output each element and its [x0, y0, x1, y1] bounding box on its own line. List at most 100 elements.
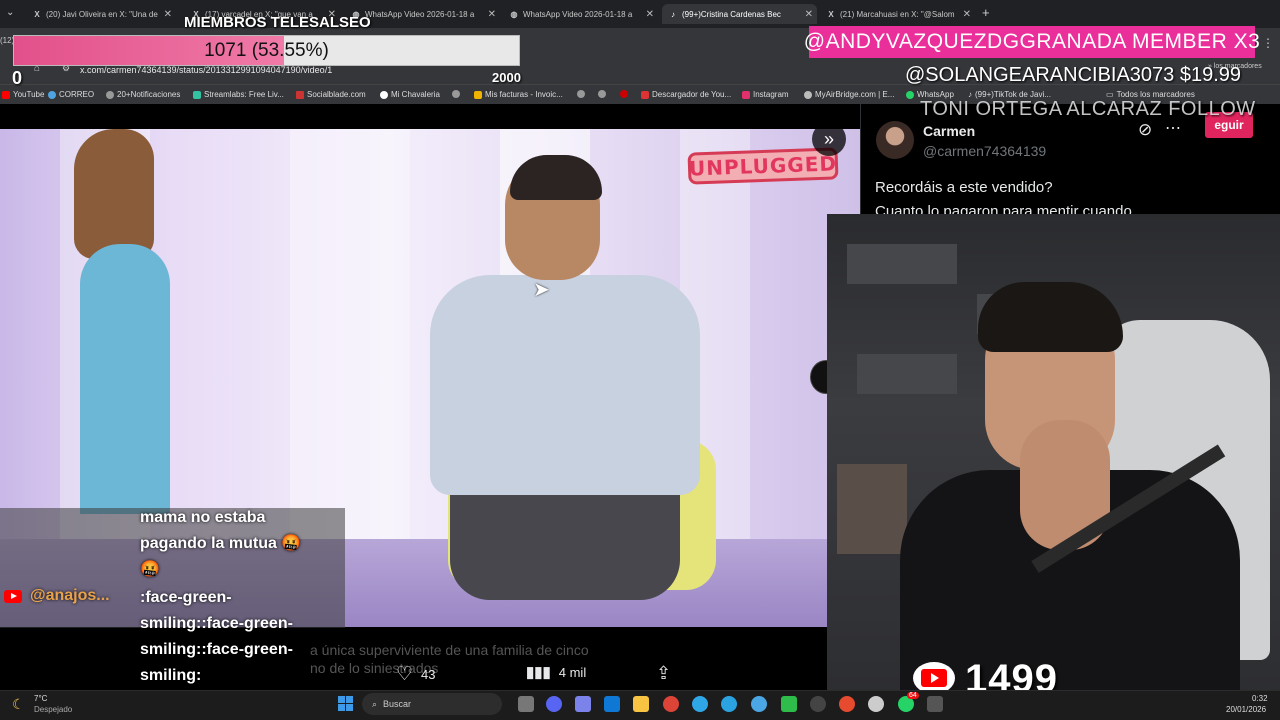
goal-min-label: 0	[12, 68, 23, 88]
file-explorer-icon[interactable]	[633, 696, 649, 712]
taskbar-search[interactable]: ⌕ Buscar	[362, 693, 502, 715]
weather-temperature[interactable]: 7°C	[34, 694, 47, 703]
x-logo-icon: X	[828, 9, 834, 19]
heart-icon: ♡	[396, 664, 414, 685]
chrome-icon[interactable]	[663, 696, 679, 712]
weather-description[interactable]: Despejado	[34, 705, 72, 714]
bookmark-chavaleria[interactable]: Mi Chavaleria	[380, 90, 440, 99]
superchat-alert: @SOLANGEARANCIBIA3073 $19.99	[905, 64, 1242, 86]
outlook-icon[interactable]	[604, 696, 620, 712]
more-options-icon[interactable]: ⋯	[1165, 118, 1181, 138]
discord-icon[interactable]	[546, 696, 562, 712]
whatsapp-icon	[906, 90, 914, 99]
teams-icon[interactable]	[575, 696, 591, 712]
close-tab-icon[interactable]: ✕	[164, 9, 172, 20]
goal-progress-text: 1071 (53.55%)	[204, 39, 329, 61]
browser-tab[interactable]: X (21) Marcahuasi en X: "@Salom ✕	[820, 4, 975, 24]
globe-icon[interactable]	[598, 90, 606, 100]
browser-tab[interactable]: ◍ WhatsApp Video 2026-01-18 a ✕	[503, 4, 658, 24]
chat-message-line: :face-green-	[140, 589, 232, 606]
globe-icon[interactable]	[577, 90, 585, 100]
chat-message-line: mama no estaba	[140, 509, 266, 526]
moon-icon[interactable]: ☾	[12, 696, 25, 713]
member-alert: @ANDYVAZQUEZDGGRANADA MEMBER X3	[804, 26, 1260, 58]
invoice-icon	[474, 90, 482, 99]
chat-message-line: smiling::face-green-	[140, 615, 293, 632]
streamlabs-icon	[193, 90, 201, 99]
goal-max-label: 2000	[492, 70, 521, 85]
windows-start-button[interactable]	[338, 696, 353, 711]
woman-dress	[80, 244, 170, 514]
close-tab-icon[interactable]: ✕	[488, 9, 496, 20]
double-chevron-right-icon[interactable]: »	[812, 122, 846, 156]
chat-message-line: 🤬	[140, 561, 160, 578]
globe-icon[interactable]	[452, 90, 460, 100]
man-figure	[430, 275, 700, 495]
bookmark-facturas[interactable]: Mis facturas - Invoic...	[474, 90, 563, 99]
bookmark-socialblade[interactable]: Socialblade.com	[296, 90, 366, 99]
bookmark-correo[interactable]: CORREO	[48, 90, 94, 99]
notification-badge: 64	[907, 692, 919, 699]
chat-message-line: pagando la mutua 🤬	[140, 535, 302, 552]
mail-icon	[48, 90, 56, 99]
bookmark-notificaciones[interactable]: 20+Notificaciones	[106, 90, 180, 99]
follow-alert: TONI ORTEGA ALCARAZ FOLLOW	[920, 98, 1256, 120]
x-logo-icon: X	[34, 9, 40, 19]
url-input[interactable]: x.com/carmen74364139/status/201331299109…	[80, 65, 332, 75]
browser-tab[interactable]: X (20) Javi Oliveira en X: "Una de ✕	[26, 4, 176, 24]
chart-icon	[296, 90, 304, 99]
task-view-icon[interactable]	[518, 696, 534, 712]
app-icon[interactable]	[927, 696, 943, 712]
apple-icon[interactable]	[620, 90, 628, 100]
like-button[interactable]: ♡ 43	[396, 663, 436, 686]
download-icon	[641, 90, 649, 99]
bookmark-streamlabs[interactable]: Streamlabs: Free Liv...	[193, 90, 284, 99]
share-icon: ⇪	[656, 663, 672, 683]
obs-icon[interactable]	[810, 696, 826, 712]
tweet-author-name[interactable]: Carmen	[923, 123, 975, 139]
mouse-cursor-icon: ➤	[533, 279, 550, 301]
telegram-icon[interactable]	[721, 696, 737, 712]
avatar[interactable]	[876, 121, 914, 159]
browser-app-icon[interactable]	[839, 696, 855, 712]
cloud-icon	[804, 90, 812, 99]
globe-icon[interactable]	[751, 696, 767, 712]
chat-username: @anajos...	[4, 587, 110, 605]
chat-message-line: smiling::face-green-	[140, 641, 293, 658]
youtube-icon	[4, 589, 22, 603]
bookmark-instagram[interactable]: Instagram	[742, 90, 789, 99]
browser-tab-active[interactable]: ♪ (99+)Cristina Cardenas Bec ✕	[662, 4, 817, 24]
globe-icon	[106, 90, 114, 99]
edge-icon[interactable]	[692, 696, 708, 712]
close-tab-icon[interactable]: ✕	[646, 9, 654, 20]
app-icon[interactable]	[868, 696, 884, 712]
unplugged-badge: UNPLUGGED	[687, 147, 839, 185]
tiktok-icon: ♪	[671, 9, 675, 19]
clock-time[interactable]: 0:32	[1252, 694, 1268, 703]
globe-icon: ◍	[510, 9, 518, 19]
bookmark-descargador[interactable]: Descargador de You...	[641, 90, 731, 99]
chat-message-line: smiling:	[140, 667, 202, 684]
app-green-icon[interactable]	[781, 696, 797, 712]
bookmark-myairbridge[interactable]: MyAirBridge.com | E...	[804, 90, 894, 99]
clock-date[interactable]: 20/01/2026	[1226, 705, 1266, 714]
youtube-icon	[2, 90, 10, 99]
bookmark-youtube[interactable]: YouTube	[2, 90, 44, 99]
close-tab-icon[interactable]: ✕	[963, 9, 971, 20]
streamer-hair	[978, 282, 1123, 352]
search-icon: ⌕	[372, 698, 378, 709]
instagram-icon	[742, 90, 750, 99]
bar-chart-icon: ▮▮▮	[526, 664, 551, 681]
grok-icon[interactable]: ⊘	[1138, 120, 1152, 140]
goal-title: MIEMBROS TELESALSEO	[184, 14, 371, 31]
tab-list-chevron-icon[interactable]: ⌄	[6, 7, 14, 18]
circle-icon	[380, 90, 388, 99]
close-tab-icon[interactable]: ✕	[805, 9, 813, 20]
share-button[interactable]: ⇪	[656, 663, 671, 684]
tweet-text: Recordáis a este vendido?	[875, 179, 1053, 196]
tweet-author-handle[interactable]: @carmen74364139	[923, 143, 1046, 159]
new-tab-button[interactable]: +	[982, 5, 990, 20]
woman-figure	[74, 129, 154, 259]
browser-menu-icon[interactable]: ⋮	[1262, 36, 1274, 50]
views-button[interactable]: ▮▮▮ 4 mil	[526, 663, 586, 681]
